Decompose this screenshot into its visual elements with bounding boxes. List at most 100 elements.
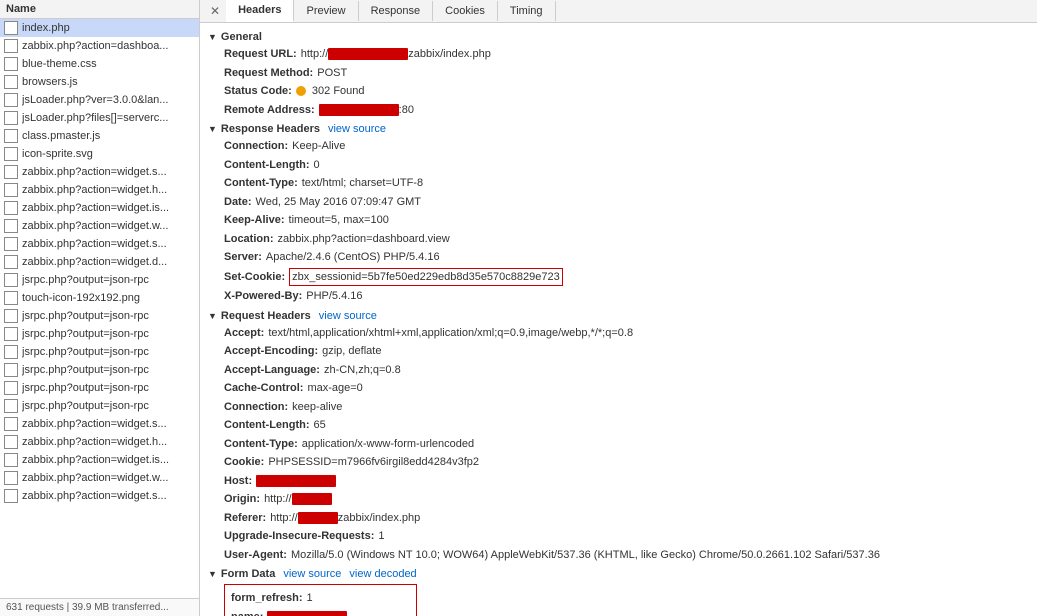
remote-address-row: Remote Address: :80 — [224, 101, 1029, 120]
file-item[interactable]: zabbix.php?action=widget.is... — [0, 451, 199, 469]
view-source-form-data[interactable]: view source — [283, 568, 341, 580]
file-icon — [4, 327, 18, 341]
file-icon — [4, 309, 18, 323]
view-source-request-headers[interactable]: view source — [319, 310, 377, 322]
status-code-value: 302 Found — [296, 83, 365, 100]
file-item[interactable]: index.php — [0, 19, 199, 37]
form-data-section-header[interactable]: ▼ Form Data view source view decoded — [208, 568, 1029, 580]
remote-address-redacted — [319, 104, 399, 116]
file-item[interactable]: jsrpc.php?output=json-rpc — [0, 397, 199, 415]
file-item[interactable]: jsrpc.php?output=json-rpc — [0, 271, 199, 289]
file-icon — [4, 435, 18, 449]
file-name: blue-theme.css — [22, 58, 97, 70]
reqh-connection: Connection: keep-alive — [224, 398, 1029, 417]
file-name: zabbix.php?action=widget.h... — [22, 184, 167, 196]
referer-redacted — [298, 512, 338, 524]
rh-content-length: Content-Length: 0 — [224, 156, 1029, 175]
file-name: icon-sprite.svg — [22, 148, 93, 160]
reqh-user-agent: User-Agent: Mozilla/5.0 (Windows NT 10.0… — [224, 546, 1029, 565]
file-icon — [4, 417, 18, 431]
file-icon — [4, 129, 18, 143]
tab-preview[interactable]: Preview — [294, 1, 358, 21]
collapse-triangle-request-headers: ▼ — [208, 311, 217, 321]
file-name: jsrpc.php?output=json-rpc — [22, 274, 149, 286]
file-item[interactable]: jsrpc.php?output=json-rpc — [0, 325, 199, 343]
file-name: jsLoader.php?files[]=serverc... — [22, 112, 168, 124]
files-header: Name — [0, 0, 199, 19]
file-item[interactable]: zabbix.php?action=widget.w... — [0, 217, 199, 235]
file-icon — [4, 345, 18, 359]
request-method-label: Request Method: — [224, 65, 313, 82]
file-item[interactable]: zabbix.php?action=widget.is... — [0, 199, 199, 217]
file-name: zabbix.php?action=widget.w... — [22, 472, 168, 484]
remote-address-value: :80 — [319, 102, 414, 119]
status-dot-icon — [296, 86, 306, 96]
tab-cookies[interactable]: Cookies — [433, 1, 498, 21]
file-item[interactable]: class.pmaster.js — [0, 127, 199, 145]
file-name: jsrpc.php?output=json-rpc — [22, 328, 149, 340]
file-list[interactable]: index.php zabbix.php?action=dashboa... blu… — [0, 19, 199, 598]
general-content: Request URL: http:// zabbix/index.php Re… — [208, 45, 1029, 119]
form-data-content: form_refresh: 1 name: password: enter: S… — [208, 582, 1029, 616]
file-item[interactable]: zabbix.php?action=widget.h... — [0, 181, 199, 199]
collapse-triangle-response-headers: ▼ — [208, 124, 217, 134]
close-button[interactable]: ✕ — [204, 2, 226, 20]
file-icon — [4, 489, 18, 503]
form-data-title: Form Data — [221, 568, 275, 580]
file-item[interactable]: zabbix.php?action=widget.s... — [0, 163, 199, 181]
file-icon — [4, 111, 18, 125]
response-headers-title: Response Headers — [221, 123, 320, 135]
file-item[interactable]: zabbix.php?action=widget.s... — [0, 487, 199, 505]
name-redacted — [267, 611, 347, 616]
file-item[interactable]: zabbix.php?action=widget.s... — [0, 235, 199, 253]
right-panel: ✕ HeadersPreviewResponseCookiesTiming ▼ … — [200, 0, 1037, 616]
view-source-response-headers[interactable]: view source — [328, 123, 386, 135]
file-item[interactable]: zabbix.php?action=widget.d... — [0, 253, 199, 271]
file-icon — [4, 201, 18, 215]
tab-response[interactable]: Response — [359, 1, 434, 21]
request-headers-section-header[interactable]: ▼ Request Headers view source — [208, 310, 1029, 322]
file-item[interactable]: jsLoader.php?files[]=serverc... — [0, 109, 199, 127]
rh-x-powered-by: X-Powered-By: PHP/5.4.16 — [224, 287, 1029, 306]
reqh-cookie: Cookie: PHPSESSID=m7966fv6irgil8edd4284v… — [224, 453, 1029, 472]
file-item[interactable]: zabbix.php?action=widget.s... — [0, 415, 199, 433]
rh-server: Server: Apache/2.4.6 (CentOS) PHP/5.4.16 — [224, 248, 1029, 267]
tab-headers[interactable]: Headers — [226, 0, 294, 22]
file-item[interactable]: blue-theme.css — [0, 55, 199, 73]
file-item[interactable]: jsLoader.php?ver=3.0.0&lan... — [0, 91, 199, 109]
status-code-row: Status Code: 302 Found — [224, 82, 1029, 101]
file-icon — [4, 255, 18, 269]
file-item[interactable]: zabbix.php?action=widget.h... — [0, 433, 199, 451]
request-method-value: POST — [317, 65, 347, 82]
rh-location: Location: zabbix.php?action=dashboard.vi… — [224, 230, 1029, 249]
file-item[interactable]: jsrpc.php?output=json-rpc — [0, 379, 199, 397]
general-title: General — [221, 31, 262, 43]
file-name: zabbix.php?action=widget.s... — [22, 166, 167, 178]
file-icon — [4, 237, 18, 251]
reqh-content-type: Content-Type: application/x-www-form-url… — [224, 435, 1029, 454]
request-headers-content: Accept: text/html,application/xhtml+xml,… — [208, 324, 1029, 565]
file-item[interactable]: jsrpc.php?output=json-rpc — [0, 361, 199, 379]
file-item[interactable]: zabbix.php?action=widget.w... — [0, 469, 199, 487]
general-section-header[interactable]: ▼ General — [208, 31, 1029, 43]
file-item[interactable]: jsrpc.php?output=json-rpc — [0, 307, 199, 325]
file-name: zabbix.php?action=dashboa... — [22, 40, 168, 52]
file-icon — [4, 291, 18, 305]
file-name: index.php — [22, 22, 70, 34]
request-url-label: Request URL: — [224, 46, 297, 63]
request-url-row: Request URL: http:// zabbix/index.php — [224, 45, 1029, 64]
response-headers-section-header[interactable]: ▼ Response Headers view source — [208, 123, 1029, 135]
reqh-cache-control: Cache-Control: max-age=0 — [224, 379, 1029, 398]
file-item[interactable]: touch-icon-192x192.png — [0, 289, 199, 307]
file-item[interactable]: browsers.js — [0, 73, 199, 91]
reqh-accept-language: Accept-Language: zh-CN,zh;q=0.8 — [224, 361, 1029, 380]
content-area: ▼ General Request URL: http:// zabbix/in… — [200, 23, 1037, 616]
tab-timing[interactable]: Timing — [498, 1, 556, 21]
view-decoded-form-data[interactable]: view decoded — [349, 568, 416, 580]
file-item[interactable]: jsrpc.php?output=json-rpc — [0, 343, 199, 361]
file-item[interactable]: zabbix.php?action=dashboa... — [0, 37, 199, 55]
file-item[interactable]: icon-sprite.svg — [0, 145, 199, 163]
file-icon — [4, 93, 18, 107]
url-redacted — [328, 48, 408, 60]
file-icon — [4, 147, 18, 161]
